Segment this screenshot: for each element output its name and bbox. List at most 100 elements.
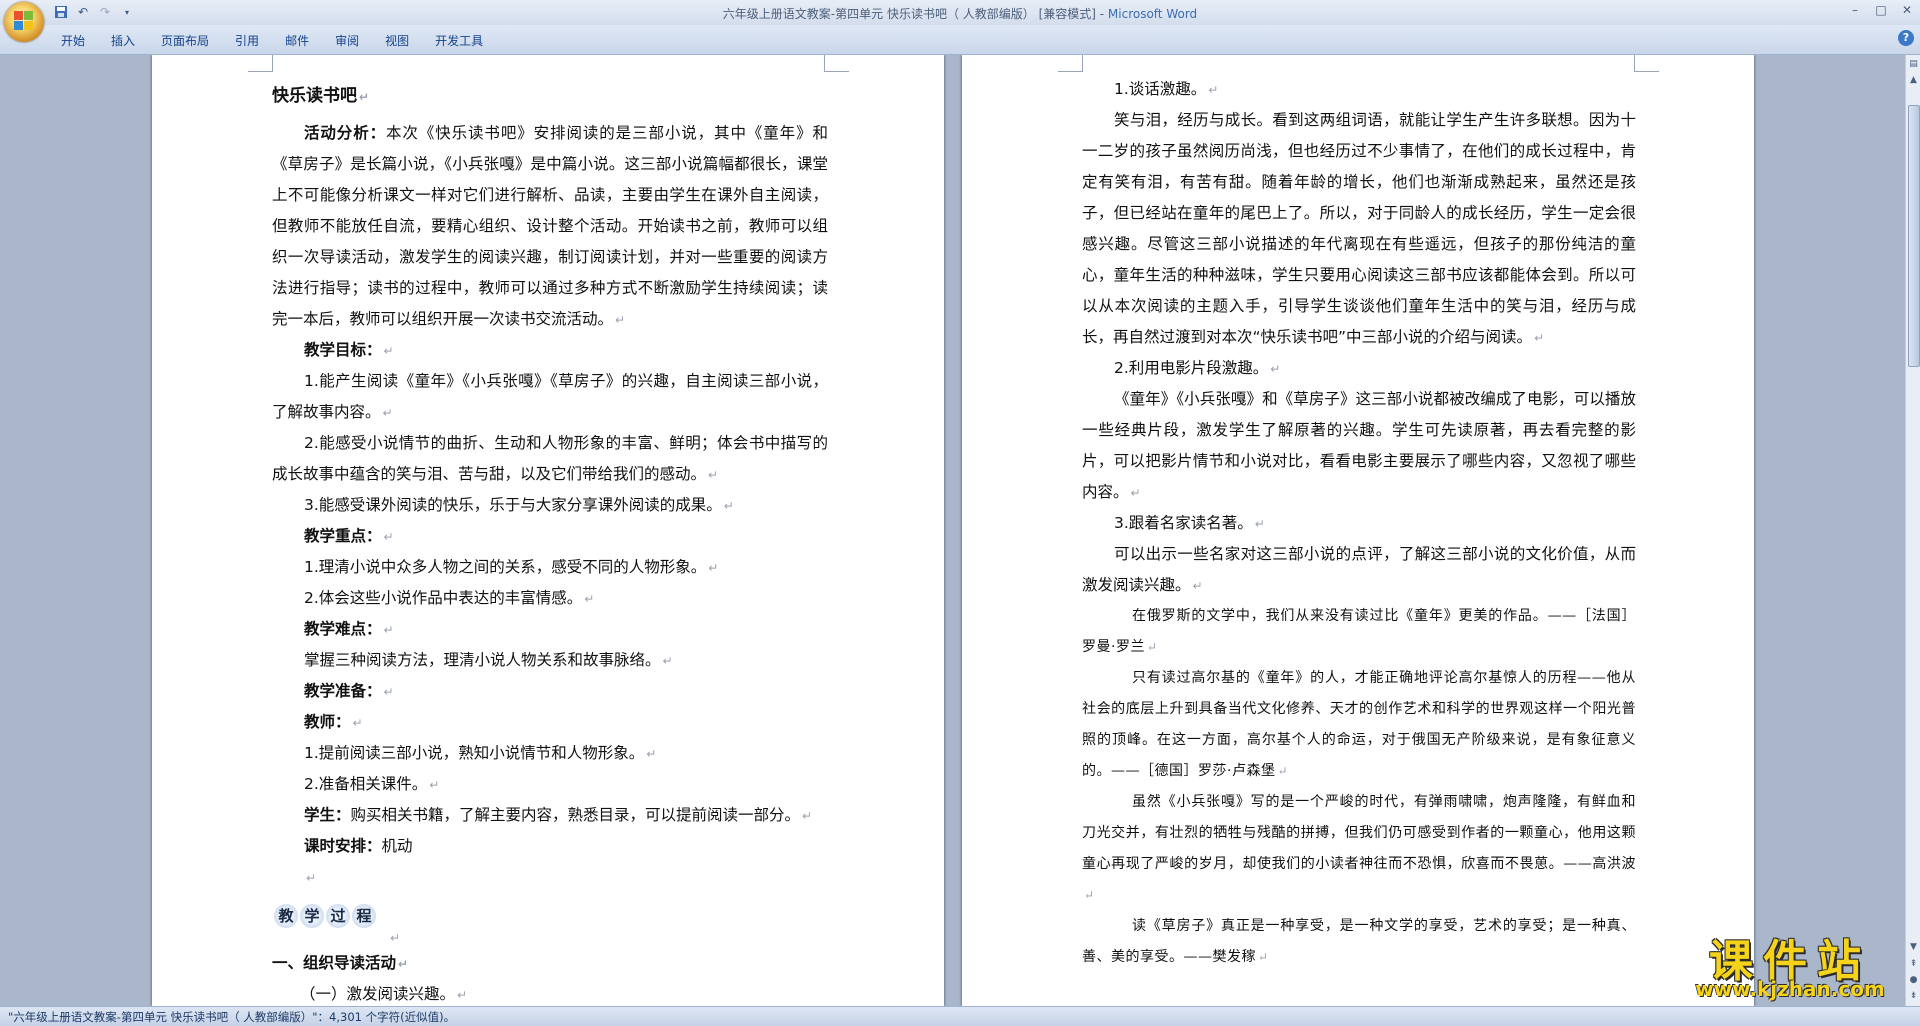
document-page-left[interactable]: 快乐读书吧 ↵ 活动分析：本次《快乐读书吧》安排阅读的是三部小说，其中《童年》和《… [152,55,944,1006]
difficulty-heading: 教学难点： ↵ [304,620,394,638]
key-item: 1.理清小说中众多人物之间的关系，感受不同的人物形象。 ↵ [304,558,719,576]
tab-page-layout[interactable]: 页面布局 [148,30,222,51]
right-paragraph: 可以出示一些名家对这三部小说的点评，了解这三部小说的文化价值，从而激发阅读兴趣。… [1082,545,1636,594]
paragraph-text: 《童年》《小兵张嘎》和《草房子》这三部小说都被改编成了电影，可以播放一些经典片段… [1082,390,1636,501]
teacher-heading: 教师： ↵ [304,713,363,731]
teacher-text: 2.准备相关课件。 [304,775,428,793]
quote-text: 在俄罗斯的文学中，我们从来没有读过比《童年》更美的作品。——［法国］罗曼·罗兰 [1082,608,1636,655]
goal-text: 1.能产生阅读《童年》《小兵张嘎》《草房子》的兴趣，自主阅读三部小说，了解故事内… [272,372,828,421]
paragraph-text: 3.跟着名家读名著。 [1114,514,1253,532]
crop-mark [824,55,849,72]
right-paragraph: 笑与泪，经历与成长。看到这两组词语，就能让学生产生许多联想。因为十一二岁的孩子虽… [1082,111,1636,346]
site-watermark-logo: 课件站 www.kjzhan.com [1665,925,1915,1005]
scroll-up-icon[interactable]: ▲ [1907,73,1920,87]
teacher-item: 2.准备相关课件。 ↵ [304,775,440,793]
student-label: 学生： [304,806,351,824]
scrollbar-thumb[interactable] [1908,105,1920,367]
tab-review[interactable]: 审阅 [322,30,372,51]
minimize-button[interactable]: – [1842,0,1868,20]
ruler-toggle-icon[interactable]: ▤ [1907,57,1920,71]
teacher-label: 教师： [304,713,351,731]
analysis-text: 本次《快乐读书吧》安排阅读的是三部小说，其中《童年》和《草房子》是长篇小说，《小… [272,124,828,328]
status-text: "六年级上册语文教案-第四单元 快乐读书吧（ 人教部编版）"：4,301 个字符… [8,1010,456,1024]
subsection-heading: （一）激发阅读兴趣。 ↵ [300,985,468,1003]
crop-mark [1634,55,1659,72]
tab-home[interactable]: 开始 [48,30,98,51]
goal-text: 3.能感受课外阅读的快乐，乐于与大家分享课外阅读的成果。 [304,496,722,514]
right-paragraph: 3.跟着名家读名著。 ↵ [1114,514,1265,532]
analysis-label: 活动分析： [304,124,387,142]
section-heading: 一、组织导读活动 ↵ [272,954,409,972]
ribbon-tabs: 开始 插入 页面布局 引用 邮件 审阅 视图 开发工具 [48,30,496,51]
key-text: 2.体会这些小说作品中表达的丰富情感。 [304,589,583,607]
section-text: 一、组织导读活动 [272,954,397,972]
right-paragraph: 1.谈话激趣。 ↵ [1114,80,1219,98]
paragraph-text: 可以出示一些名家对这三部小说的点评，了解这三部小说的文化价值，从而激发阅读兴趣。 [1082,545,1636,594]
student-text: 购买相关书籍，了解主要内容，熟悉目录，可以提前阅读一部分。 [350,806,801,824]
quote-paragraph: 只有读过高尔基的《童年》的人，才能正确地评论高尔基惊人的历程——他从社会的底层上… [1082,670,1636,779]
title-text: 快乐读书吧 [272,86,357,106]
time-paragraph: 课时安排：机动 [304,831,828,862]
document-page-right[interactable]: 1.谈话激趣。 ↵ 笑与泪，经历与成长。看到这两组词语，就能让学生产生许多联想。因… [962,55,1754,1006]
office-button[interactable] [4,2,44,42]
empty-paragraph: ↵ [306,871,317,885]
crop-mark [248,55,273,72]
ribbon: 开始 插入 页面布局 引用 邮件 审阅 视图 开发工具 ? [0,25,1920,55]
teacher-text: 1.提前阅读三部小说，熟知小说情节和人物形象。 [304,744,645,762]
right-paragraph: 《童年》《小兵张嘎》和《草房子》这三部小说都被改编成了电影，可以播放一些经典片段… [1082,390,1636,501]
tab-mailings[interactable]: 邮件 [272,30,322,51]
key-item: 2.体会这些小说作品中表达的丰富情感。 ↵ [304,589,595,607]
document-title: 六年级上册语文教案-第四单元 快乐读书吧（ 人教部编版） [兼容模式] - [722,7,1108,21]
badge-char: 程 [352,904,376,928]
quote-paragraph: 虽然《小兵张嘎》写的是一个严峻的时代，有弹雨啸啸，炮声隆隆，有鲜血和刀光交并，有… [1082,794,1636,902]
teacher-item: 1.提前阅读三部小说，熟知小说情节和人物形象。 ↵ [304,744,657,762]
goal-item: 3.能感受课外阅读的快乐，乐于与大家分享课外阅读的成果。 ↵ [304,496,734,514]
prep-label: 教学准备： [304,682,382,700]
paragraph-text: 1.谈话激趣。 [1114,80,1207,98]
window-title: 六年级上册语文教案-第四单元 快乐读书吧（ 人教部编版） [兼容模式] - Mi… [0,5,1920,22]
key-label: 教学重点： [304,527,382,545]
tab-view[interactable]: 视图 [372,30,422,51]
help-icon[interactable]: ? [1898,30,1914,46]
quote-paragraph: 在俄罗斯的文学中，我们从来没有读过比《童年》更美的作品。——［法国］罗曼·罗兰 ↵ [1082,608,1636,655]
subsection-text: （一）激发阅读兴趣。 [300,985,456,1003]
time-text: 机动 [381,837,413,855]
quote-paragraph: 读《草房子》真正是一种享受，是一种文学的享受，艺术的享受；是一种真、善、美的享受… [1082,918,1636,965]
time-label: 课时安排： [304,837,382,855]
maximize-button[interactable]: □ [1868,0,1894,20]
watermark-url: www.kjzhan.com [1695,977,1885,1001]
paragraph-text: 笑与泪，经历与成长。看到这两组词语，就能让学生产生许多联想。因为十一二岁的孩子虽… [1082,111,1636,346]
application-name: Microsoft Word [1107,7,1198,21]
analysis-paragraph: 活动分析：本次《快乐读书吧》安排阅读的是三部小说，其中《童年》和《草房子》是长篇… [272,124,828,328]
office-logo-icon [14,11,34,31]
title-bar: ↶ ↷ ▾ 六年级上册语文教案-第四单元 快乐读书吧（ 人教部编版） [兼容模式… [0,0,1920,42]
window-controls: – □ ✕ [1842,0,1920,20]
right-paragraph: 2.利用电影片段激趣。 ↵ [1114,359,1281,377]
difficulty-text: 掌握三种阅读方法，理清小说人物关系和故事脉络。 [304,651,661,669]
goal-item: 1.能产生阅读《童年》《小兵张嘎》《草房子》的兴趣，自主阅读三部小说，了解故事内… [272,372,828,421]
difficulty-label: 教学难点： [304,620,382,638]
tab-references[interactable]: 引用 [222,30,272,51]
key-text: 1.理清小说中众多人物之间的关系，感受不同的人物形象。 [304,558,707,576]
goals-heading: 教学目标： ↵ [304,341,394,359]
student-paragraph: 学生：购买相关书籍，了解主要内容，熟悉目录，可以提前阅读一部分。 ↵ [304,806,813,824]
goals-label: 教学目标： [304,341,382,359]
quote-text: 读《草房子》真正是一种享受，是一种文学的享受，艺术的享受；是一种真、善、美的享受… [1082,918,1636,965]
goal-text: 2.能感受小说情节的曲折、生动和人物形象的丰富、鲜明；体会书中描写的成长故事中蕴… [272,434,828,483]
crop-mark [1058,55,1083,72]
vertical-scrollbar[interactable]: ▤ ▲ ▼ ⇞ ● ⇟ [1905,55,1920,1006]
badge-char: 学 [300,904,324,928]
badge-char: 过 [326,904,350,928]
teaching-process-badge: 教 学 过 程 [274,904,376,930]
document-title-heading: 快乐读书吧 ↵ [272,86,370,106]
tab-developer[interactable]: 开发工具 [422,30,496,51]
difficulty-item: 掌握三种阅读方法，理清小说人物关系和故事脉络。 ↵ [304,651,673,669]
quote-text: 虽然《小兵张嘎》写的是一个严峻的时代，有弹雨啸啸，炮声隆隆，有鲜血和刀光交并，有… [1082,794,1636,872]
paragraph-text: 2.利用电影片段激趣。 [1114,359,1269,377]
tab-insert[interactable]: 插入 [98,30,148,51]
document-workspace[interactable]: 快乐读书吧 ↵ 活动分析：本次《快乐读书吧》安排阅读的是三部小说，其中《童年》和《… [0,55,1905,1006]
goal-item: 2.能感受小说情节的曲折、生动和人物形象的丰富、鲜明；体会书中描写的成长故事中蕴… [272,434,828,483]
badge-char: 教 [274,904,298,928]
status-bar: "六年级上册语文教案-第四单元 快乐读书吧（ 人教部编版）"：4,301 个字符… [0,1006,1920,1026]
close-button[interactable]: ✕ [1894,0,1920,20]
